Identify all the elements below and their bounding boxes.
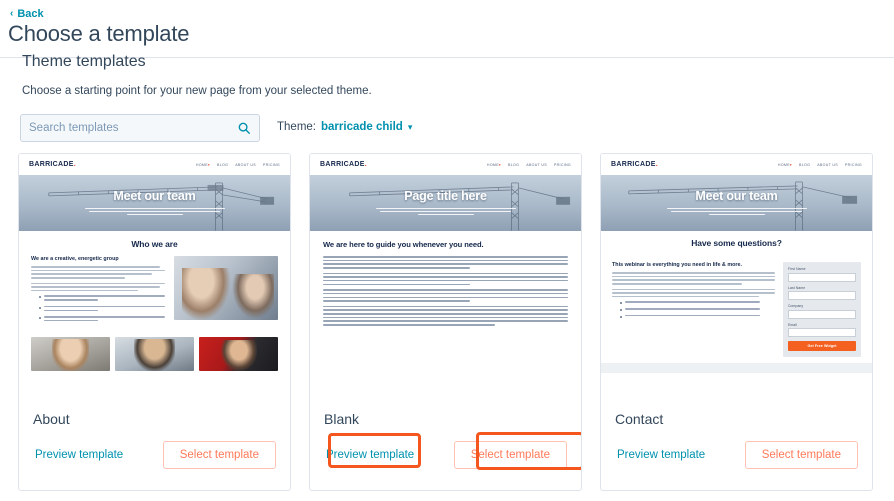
select-template-button[interactable]: Select template	[453, 441, 567, 469]
form-input-first-name[interactable]	[788, 272, 856, 282]
card-actions: Preview template Select template	[324, 432, 581, 470]
chevron-down-icon[interactable]: ▾	[408, 122, 413, 133]
hero-title: Meet our team	[113, 188, 196, 203]
select-template-button[interactable]: Select template	[744, 441, 858, 469]
mini-nav-links: HOME▾ BLOG ABOUT US PRICING	[778, 163, 862, 167]
back-label: Back	[17, 8, 44, 20]
template-preview-about: BARRICADE. HOME▾ BLOG ABOUT US PRICING M…	[19, 154, 290, 399]
choose-template-page: ‹ Back Choose a template Theme templates…	[0, 0, 894, 501]
theme-filter-label: Theme:	[277, 121, 316, 133]
back-link[interactable]: ‹ Back	[10, 8, 44, 20]
search-templates-box[interactable]	[20, 114, 260, 142]
mini-body-about: Who we are We are a creative, energetic …	[19, 231, 290, 327]
hero-title: Meet our team	[695, 188, 778, 203]
mini-section-heading: Who we are	[131, 239, 178, 249]
mini-body-blank: We are here to guide you whenever you ne…	[310, 231, 581, 326]
mini-site-nav: BARRICADE. HOME▾ BLOG ABOUT US PRICING	[19, 154, 290, 175]
template-preview-contact: BARRICADE. HOME▾ BLOG ABOUT US PRICING M…	[601, 154, 872, 399]
mini-body-contact: Have some questions?	[601, 231, 872, 248]
mini-text-column: This webinar is everything you need in l…	[612, 262, 775, 357]
mini-section-heading: We are here to guide you whenever you ne…	[323, 240, 484, 249]
mini-team-photo	[174, 256, 278, 320]
mini-portrait-strip	[19, 326, 290, 371]
card-footer-blank: Blank Preview template Select template	[310, 399, 581, 470]
mini-nav-links: HOME▾ BLOG ABOUT US PRICING	[487, 163, 571, 167]
mini-bullet-list	[31, 295, 165, 323]
theme-filter[interactable]: Theme: barricade child ▾	[277, 121, 412, 133]
search-input[interactable]	[29, 122, 237, 134]
mini-nav-home: HOME▾	[486, 162, 502, 167]
mini-site-logo: BARRICADE.	[29, 161, 76, 168]
form-input-company[interactable]	[788, 309, 856, 319]
card-footer-contact: Contact Preview template Select template	[601, 399, 872, 469]
template-card-blank[interactable]: BARRICADE. HOME▾ BLOG ABOUT US PRICING P…	[309, 153, 582, 491]
form-label-first-name: First Name	[788, 267, 806, 271]
hero-subtext	[84, 206, 225, 217]
search-icon	[238, 122, 250, 134]
mini-bullet-list	[612, 301, 775, 318]
form-label-last-name: Last Name	[788, 285, 806, 290]
mini-nav-blog: BLOG	[508, 162, 520, 167]
hero-subtext	[375, 206, 516, 217]
form-label-company: Company	[788, 304, 804, 308]
template-card-contact[interactable]: BARRICADE. HOME▾ BLOG ABOUT US PRICING M…	[600, 153, 873, 491]
mini-nav-about: ABOUT US	[526, 162, 547, 167]
form-label-email: Email	[788, 322, 797, 327]
select-template-button[interactable]: Select template	[162, 441, 276, 469]
mini-nav-blog: BLOG	[799, 162, 811, 167]
form-input-email[interactable]	[788, 328, 856, 337]
template-name: Contact	[615, 411, 664, 427]
form-submit-button[interactable]: Get Free Widget	[788, 341, 856, 351]
mini-site-nav: BARRICADE. HOME▾ BLOG ABOUT US PRICING	[310, 154, 581, 175]
hero-subtext	[666, 206, 807, 217]
page-title: Choose a template	[8, 21, 190, 46]
portrait-photo	[115, 336, 194, 371]
mini-paragraph	[323, 289, 568, 302]
card-actions: Preview template Select template	[615, 441, 858, 469]
card-actions: Preview template Select template	[33, 441, 276, 469]
section-description: Choose a starting point for your new pag…	[22, 85, 372, 97]
mini-site-nav: BARRICADE. HOME▾ BLOG ABOUT US PRICING	[601, 154, 872, 175]
mini-nav-pricing: PRICING	[553, 162, 571, 167]
mini-paragraph	[323, 272, 568, 286]
preview-template-button[interactable]: Preview template	[33, 445, 125, 465]
form-input-last-name[interactable]	[788, 291, 856, 300]
mini-nav-home: HOME▾	[195, 162, 211, 167]
hero-banner: Meet our team	[19, 175, 290, 231]
template-card-about[interactable]: BARRICADE. HOME▾ BLOG ABOUT US PRICING M…	[18, 153, 291, 491]
hero-title: Page title here	[404, 188, 487, 203]
mini-paragraph	[323, 256, 568, 269]
mini-nav-pricing: PRICING	[844, 162, 862, 167]
mini-contact-layout: This webinar is everything you need in l…	[601, 255, 872, 357]
mini-text-column: We are a creative, energetic group	[31, 256, 165, 327]
template-name: About	[33, 411, 70, 427]
mini-nav-pricing: PRICING	[262, 162, 280, 167]
preview-template-button[interactable]: Preview template	[615, 445, 707, 465]
mini-nav-blog: BLOG	[217, 162, 229, 167]
mini-sub-heading: We are a creative, energetic group	[31, 256, 119, 262]
top-header: ‹ Back Choose a template	[0, 0, 894, 57]
preview-template-button[interactable]: Preview template	[324, 445, 416, 465]
mini-nav-about: ABOUT US	[817, 162, 838, 167]
hero-banner: Meet our team	[601, 175, 872, 231]
chevron-left-icon: ‹	[10, 8, 14, 19]
card-footer-about: About Preview template Select template	[19, 399, 290, 469]
mini-footer-strip	[601, 363, 872, 373]
mini-site-logo: BARRICADE.	[320, 161, 367, 168]
theme-filter-value[interactable]: barricade child	[321, 121, 403, 133]
mini-nav-home: HOME▾	[777, 162, 793, 167]
mini-section-heading: Have some questions?	[691, 238, 782, 248]
template-preview-blank: BARRICADE. HOME▾ BLOG ABOUT US PRICING P…	[310, 154, 581, 399]
mini-nav-links: HOME▾ BLOG ABOUT US PRICING	[196, 163, 280, 167]
hero-banner: Page title here	[310, 175, 581, 231]
template-name: Blank	[324, 411, 360, 427]
mini-nav-about: ABOUT US	[235, 162, 256, 167]
portrait-photo	[31, 336, 110, 371]
section-title: Theme templates	[22, 53, 146, 70]
portrait-photo	[199, 336, 278, 371]
mini-sub-heading: This webinar is everything you need in l…	[612, 262, 743, 268]
mini-paragraph	[323, 305, 568, 326]
mini-site-logo: BARRICADE.	[611, 161, 658, 168]
mini-contact-form: First Name Last Name Company Email Get F…	[783, 262, 861, 357]
